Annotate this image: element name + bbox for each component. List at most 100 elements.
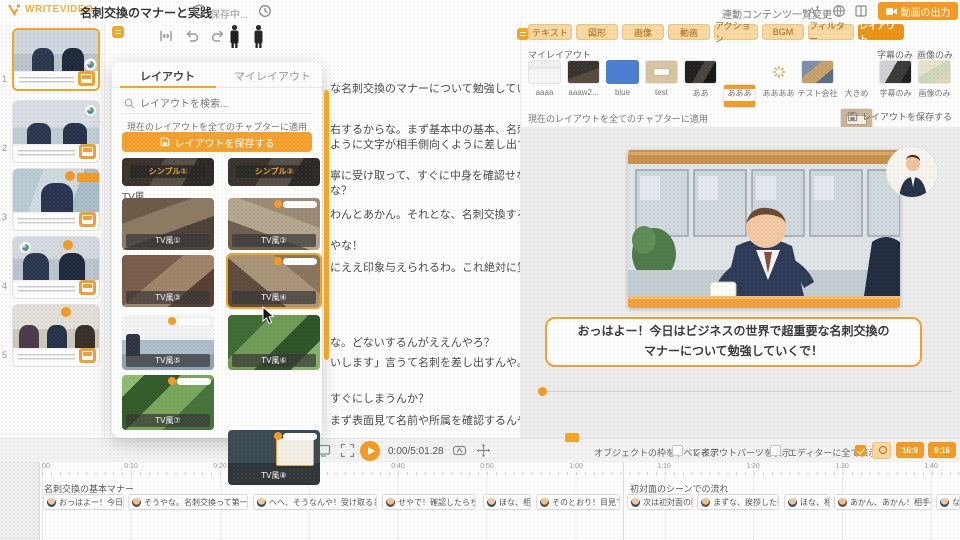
subtitle-segment[interactable]: そうやな。名刺交換って第一印象めっ... bbox=[128, 494, 248, 510]
layout-search-box[interactable] bbox=[122, 94, 312, 114]
script-line[interactable]: わんとあかん。それとな、名刺交換すると bbox=[330, 206, 520, 222]
preview-seekbar[interactable] bbox=[538, 389, 952, 391]
speaker-avatar bbox=[386, 498, 395, 507]
layout-option-tv-5[interactable]: TV風⑤ bbox=[122, 315, 214, 370]
play-button[interactable] bbox=[360, 441, 380, 461]
sync-icon[interactable] bbox=[192, 4, 206, 18]
script-line[interactable]: いします」言うて名刺を差し出すんや。丁 bbox=[330, 354, 520, 370]
tick-label: 1:20 bbox=[746, 463, 760, 470]
layout-item[interactable] bbox=[567, 60, 600, 84]
subtitle-segment[interactable]: おっはよー！今日はビ... bbox=[43, 494, 124, 510]
layout-item-loading[interactable] bbox=[762, 60, 795, 84]
subtitle-segment[interactable]: あかん、あかん！相手の名... bbox=[834, 494, 932, 510]
chapter-layout-button[interactable] bbox=[79, 280, 96, 295]
subtitle-box[interactable]: おっはよー！今日はビジネスの世界で超重要な名刺交換のマナーについて勉強していくで… bbox=[545, 317, 922, 367]
tab-layout[interactable]: レイアウト bbox=[858, 24, 904, 40]
layout-item[interactable] bbox=[606, 60, 639, 84]
timeline-gutter bbox=[0, 462, 40, 540]
chapter-card-4[interactable] bbox=[12, 236, 100, 299]
show-layout-parts-checkbox[interactable] bbox=[770, 445, 781, 456]
script-line[interactable]: ように文字が相手側向くように差し出すん bbox=[330, 136, 520, 152]
history-icon[interactable] bbox=[258, 4, 272, 18]
script-line[interactable]: な？ bbox=[330, 182, 520, 198]
layout-option-tv-1[interactable]: TV風① bbox=[122, 198, 214, 250]
video-preview-frame[interactable] bbox=[628, 150, 900, 308]
chapter-layout-button[interactable] bbox=[78, 71, 95, 86]
layout-option-tv-7[interactable]: TV風⑦ bbox=[122, 375, 214, 430]
ratio-16-9-button[interactable]: 16:9 bbox=[896, 442, 924, 458]
subtitle-segment[interactable]: ほな、相手... bbox=[784, 494, 830, 510]
subtitle-segment[interactable]: 次は初対面の時の... bbox=[627, 494, 693, 510]
redo-icon[interactable] bbox=[210, 28, 226, 44]
timeline[interactable]: 00 0:10 0:20 0:30 0:40 0:50 1:00 1:10 1:… bbox=[0, 462, 960, 540]
chapter-card-5[interactable] bbox=[12, 304, 100, 367]
script-line[interactable]: やな！ bbox=[330, 237, 520, 253]
save-layout-button[interactable]: レイアウトを保存する bbox=[847, 110, 952, 123]
layout-option-simple-2[interactable]: シンプル② bbox=[228, 158, 320, 186]
tab-shape[interactable]: 図形 bbox=[576, 24, 618, 40]
guide-book-icon[interactable] bbox=[854, 4, 868, 18]
script-line[interactable]: にええ印象与えられるわ。これ絶対に覚え bbox=[330, 259, 520, 275]
tab-video[interactable]: 動画 bbox=[668, 24, 710, 40]
chapter-status-icon[interactable] bbox=[84, 58, 97, 71]
seek-track[interactable] bbox=[546, 391, 952, 392]
popup-save-layout-button[interactable]: レイアウトを保存する bbox=[122, 132, 312, 152]
show-all-editor-checkbox[interactable] bbox=[855, 445, 866, 456]
layout-option-simple-1[interactable]: シンプル① bbox=[122, 158, 214, 186]
script-line[interactable]: 寧に受け取って、すぐに中身を確認せなあ bbox=[330, 167, 520, 183]
script-line[interactable]: な。どないするんがええんやろ？ bbox=[330, 334, 520, 350]
layout-option-tv-4-selected[interactable]: TV風④ bbox=[228, 255, 320, 307]
script-line[interactable]: 右するからな。まず基本中の基本、名刺は bbox=[330, 121, 520, 137]
chapter-card-3[interactable] bbox=[12, 168, 100, 231]
layout-option-tv-2[interactable]: TV風② bbox=[228, 198, 320, 250]
ratio-9-16-button[interactable]: 9:16 bbox=[928, 442, 956, 458]
subtitle-segment[interactable]: せやで！確認したらちゃ... bbox=[382, 494, 476, 510]
layout-item[interactable] bbox=[801, 60, 834, 84]
chapter-layout-button[interactable] bbox=[79, 348, 96, 363]
popup-tab-mylayout[interactable]: マイレイアウト bbox=[234, 68, 311, 84]
layout-item[interactable] bbox=[645, 60, 678, 84]
move-tool-icon[interactable] bbox=[476, 443, 491, 458]
tab-filter[interactable]: フィルター bbox=[808, 24, 854, 40]
chapter-status-icon[interactable] bbox=[84, 104, 97, 117]
layout-item[interactable] bbox=[684, 60, 717, 84]
fullscreen-icon[interactable] bbox=[340, 443, 355, 458]
script-line[interactable]: な名刺交換のマナーについて勉強していく bbox=[330, 80, 520, 96]
layout-item[interactable] bbox=[528, 60, 561, 84]
tab-image[interactable]: 画像 bbox=[622, 24, 664, 40]
chapter-layout-button[interactable] bbox=[79, 212, 96, 227]
playback-speed-icon[interactable] bbox=[452, 443, 467, 458]
tab-bgm[interactable]: BGM bbox=[762, 24, 804, 40]
seek-handle[interactable] bbox=[538, 387, 547, 396]
subtitle-segment[interactable]: ほな、相... bbox=[483, 494, 531, 510]
subtitle-segment[interactable]: まずな、挨拶した後... bbox=[697, 494, 779, 510]
script-line[interactable]: すぐにしまうんか？ bbox=[330, 390, 520, 406]
character-a-icon[interactable] bbox=[228, 24, 241, 48]
subtitle-segment[interactable]: なる... bbox=[936, 494, 960, 510]
tab-action[interactable]: アクション bbox=[714, 24, 758, 40]
popup-scrollbar[interactable] bbox=[324, 90, 329, 360]
translate-icon[interactable]: A bbox=[806, 4, 820, 18]
presenter-toggle-button[interactable] bbox=[872, 442, 891, 459]
undo-icon[interactable] bbox=[184, 28, 200, 44]
globe-icon[interactable] bbox=[832, 4, 846, 18]
script-line[interactable]: まず表面見て名前や所属を確認するんや。 bbox=[330, 412, 520, 428]
split-icon[interactable] bbox=[158, 28, 174, 44]
panel-drag-handle[interactable] bbox=[112, 26, 124, 38]
tab-text[interactable]: テキスト bbox=[528, 24, 572, 40]
layout-search-input[interactable] bbox=[122, 95, 312, 114]
chapter-layout-button[interactable] bbox=[79, 144, 96, 159]
export-video-button[interactable]: 動画の出力 bbox=[878, 2, 958, 20]
layout-item[interactable] bbox=[918, 60, 951, 84]
subtitle-segment[interactable]: へへ、そうなんや！受け取るときも両... bbox=[253, 494, 377, 510]
timeline-drag-handle[interactable] bbox=[565, 433, 579, 442]
subtitle-segment[interactable]: そのとおり！目見て笑... bbox=[536, 494, 620, 510]
layout-option-tv-8[interactable]: TV風⑧ bbox=[228, 430, 320, 485]
presenter-avatar[interactable] bbox=[886, 146, 938, 198]
layout-option-tv-3[interactable]: TV風③ bbox=[122, 255, 214, 307]
show-object-frames-checkbox[interactable] bbox=[672, 445, 683, 456]
apply-layout-all-chapters[interactable]: 現在のレイアウトを全てのチャプターに適用 bbox=[528, 112, 708, 125]
character-b-icon[interactable] bbox=[252, 24, 265, 48]
layout-item[interactable] bbox=[879, 60, 912, 84]
popup-tab-layout[interactable]: レイアウト bbox=[140, 68, 195, 84]
